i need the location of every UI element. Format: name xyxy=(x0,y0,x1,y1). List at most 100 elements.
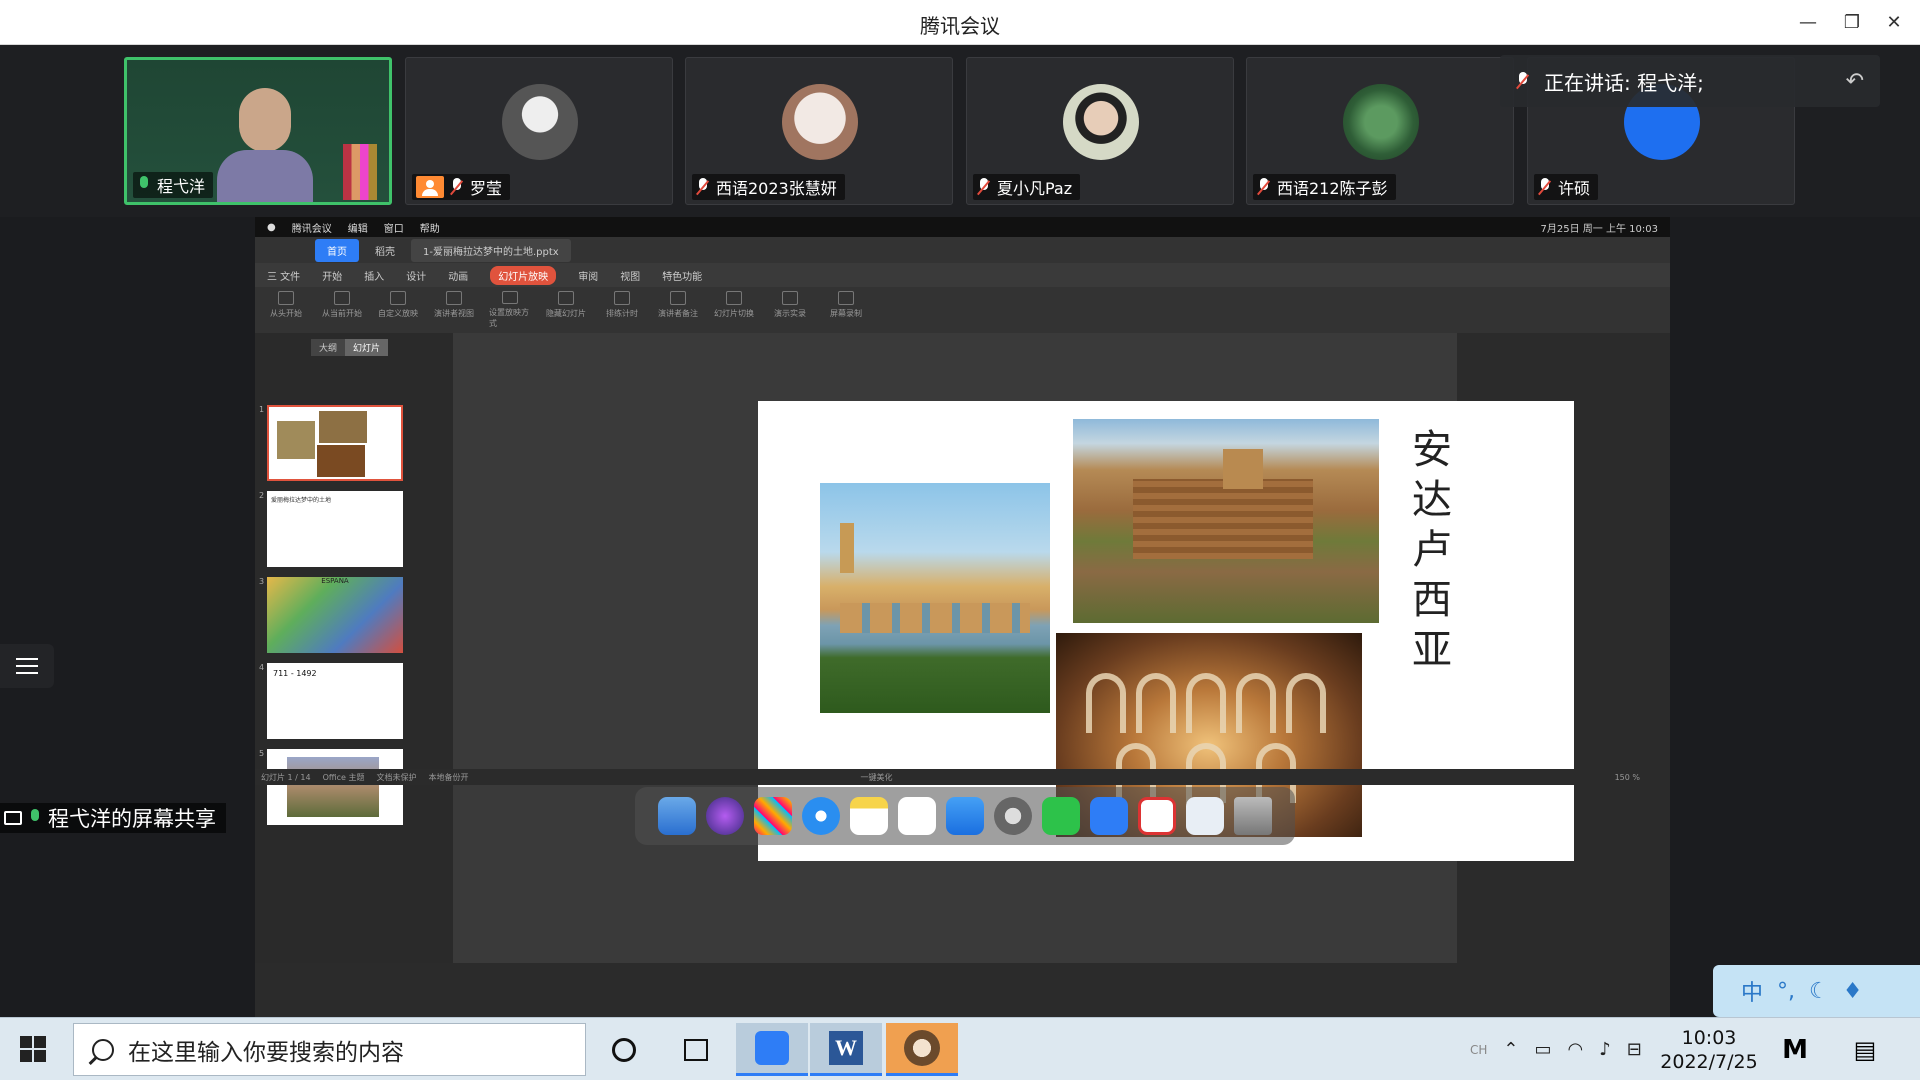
ribbon-button: 屏幕录制 xyxy=(825,291,867,329)
ribbon-menu: 三 文件 开始 插入 设计 动画 幻灯片放映 审阅 视图 特色功能 xyxy=(255,263,1670,287)
taskbar-clock[interactable]: 10:03 2022/7/25 xyxy=(1654,1026,1764,1074)
search-icon xyxy=(92,1038,114,1061)
ribbon-menu-item: 动画 xyxy=(448,271,469,283)
mac-clock: 7月25日 周一 上午 10:03 xyxy=(1540,223,1658,235)
mic-on-icon xyxy=(28,809,42,827)
shared-screen: ● 腾讯会议 编辑 窗口 帮助 7月25日 周一 上午 10:03 首页 稻壳 … xyxy=(0,217,1920,1017)
task-view-icon[interactable] xyxy=(660,1023,732,1076)
cortana-icon[interactable] xyxy=(588,1023,660,1076)
restore-button[interactable]: ❐ xyxy=(1834,8,1870,36)
wifi-icon[interactable]: ◠ xyxy=(1568,1039,1584,1060)
launchpad-icon xyxy=(754,797,792,835)
moon-icon[interactable]: ☾ xyxy=(1809,979,1829,1004)
participant-name: 许硕 xyxy=(1558,179,1591,198)
ribbon-button: 排练计时 xyxy=(601,291,643,329)
wps-tabs: 首页 稻壳 1-爱丽梅拉达梦中的土地.pptx xyxy=(255,237,1670,263)
name-tag: 夏小凡Paz xyxy=(973,174,1081,200)
search-placeholder: 在这里输入你要搜索的内容 xyxy=(128,1039,404,1066)
bookshelf xyxy=(343,144,377,200)
word-taskbar-icon[interactable]: W xyxy=(810,1023,882,1076)
minimize-button[interactable]: — xyxy=(1790,8,1826,36)
participant-name: 程弋洋 xyxy=(157,177,206,196)
menu-item: 帮助 xyxy=(419,223,440,235)
finder-icon xyxy=(658,797,696,835)
input-language[interactable]: CH xyxy=(1470,1043,1487,1057)
mic-muted-icon xyxy=(1516,72,1530,90)
window-title: 腾讯会议 xyxy=(920,14,1000,38)
pet-app-taskbar-icon[interactable] xyxy=(886,1023,958,1076)
windows-taskbar: 在这里输入你要搜索的内容 W CH ⌃ ▭ ◠ ♪ ⊟ 10:03 2022/7… xyxy=(0,1017,1920,1080)
person-icon xyxy=(416,176,444,198)
ime-toolbar[interactable]: 中 °, ☾ ♦ xyxy=(1713,965,1920,1017)
m-app-icon[interactable]: M xyxy=(1770,1023,1820,1076)
notification-icon[interactable]: ▤ xyxy=(1840,1023,1890,1076)
ribbon-button: 设置放映方式 xyxy=(489,291,531,329)
mezquita-aerial-photo xyxy=(1073,419,1379,623)
system-tray: CH ⌃ ▭ ◠ ♪ ⊟ xyxy=(1470,1018,1642,1080)
screen-share-label: 程弋洋的屏幕共享 xyxy=(0,803,226,833)
punctuation-icon[interactable]: °, xyxy=(1777,979,1795,1004)
back-arrow-icon[interactable]: ↶ xyxy=(1846,69,1864,94)
backup-status: 本地备份开 xyxy=(428,772,469,782)
ribbon-menu-item: 视图 xyxy=(620,271,641,283)
wechat-icon xyxy=(1042,797,1080,835)
slide-thumbnail-2: 爱丽梅拉达梦中的土地 xyxy=(267,491,403,567)
participant-tile[interactable]: 夏小凡Paz xyxy=(966,57,1234,205)
doc-protect-status: 文档未保护 xyxy=(376,772,417,782)
name-tag: 西语2023张慧妍 xyxy=(692,174,845,200)
windows-start-icon[interactable] xyxy=(20,1036,46,1062)
mic-muted-icon xyxy=(977,178,991,196)
title-bar: 腾讯会议 — ❐ ✕ xyxy=(0,0,1920,45)
mac-status-right: 7月25日 周一 上午 10:03 xyxy=(1541,220,1658,235)
screen-share-icon xyxy=(4,811,22,825)
ribbon-button: 自定义放映 xyxy=(377,291,419,329)
participant-name: 西语2023张慧妍 xyxy=(716,179,837,198)
slide-canvas: 安达卢西亚 xyxy=(453,333,1574,963)
shirt-icon[interactable]: ♦ xyxy=(1843,979,1863,1004)
mac-dock xyxy=(635,787,1295,845)
chevron-up-icon[interactable]: ⌃ xyxy=(1503,1039,1518,1060)
participant-tile-host[interactable]: 程弋洋 xyxy=(124,57,392,205)
ribbon-button: 隐藏幻灯片 xyxy=(545,291,587,329)
theme-name: Office 主题 xyxy=(322,772,365,782)
participant-name: 夏小凡Paz xyxy=(997,179,1073,198)
display-icon[interactable]: ⊟ xyxy=(1627,1039,1642,1060)
tab-document: 1-爱丽梅拉达梦中的土地.pptx xyxy=(411,238,571,262)
mic-muted-icon xyxy=(696,178,710,196)
clock-time: 10:03 xyxy=(1681,1027,1737,1049)
ribbon-button: 演讲者备注 xyxy=(657,291,699,329)
name-tag: 西语212陈子彭 xyxy=(1253,174,1396,200)
close-button[interactable]: ✕ xyxy=(1876,8,1912,36)
participant-name: 罗莹 xyxy=(470,179,503,198)
tab-outline: 大纲 xyxy=(311,339,346,356)
shared-desktop: ● 腾讯会议 编辑 窗口 帮助 7月25日 周一 上午 10:03 首页 稻壳 … xyxy=(255,217,1670,1017)
avatar xyxy=(1063,84,1139,160)
ime-language[interactable]: 中 xyxy=(1741,975,1763,1007)
participant-name: 西语212陈子彭 xyxy=(1277,179,1388,198)
slide-counter: 幻灯片 1 / 14 xyxy=(261,772,311,782)
participant-tile[interactable]: 西语212陈子彭 xyxy=(1246,57,1514,205)
document-icon xyxy=(1186,797,1224,835)
battery-icon[interactable]: ▭ xyxy=(1535,1039,1552,1060)
participant-tile[interactable]: 罗莹 xyxy=(405,57,673,205)
tencent-meeting-taskbar-icon[interactable] xyxy=(736,1023,808,1076)
tab-slides: 幻灯片 xyxy=(345,339,389,356)
list-menu-button[interactable] xyxy=(0,644,54,688)
taskbar-search-input[interactable]: 在这里输入你要搜索的内容 xyxy=(73,1023,586,1076)
participant-tile[interactable]: 西语2023张慧妍 xyxy=(685,57,953,205)
share-label-text: 程弋洋的屏幕共享 xyxy=(48,807,216,831)
menu-item: 窗口 xyxy=(383,223,404,235)
wps-icon xyxy=(1138,797,1176,835)
menu-item: 腾讯会议 xyxy=(291,223,332,235)
avatar xyxy=(1343,84,1419,160)
beautify-button: 一键美化 xyxy=(860,772,893,782)
ribbon-menu-item-active: 幻灯片放映 xyxy=(490,265,557,285)
name-tag: 罗莹 xyxy=(412,174,511,200)
app-store-icon xyxy=(946,797,984,835)
ribbon-button: 演示实录 xyxy=(769,291,811,329)
speaking-text: 正在讲话: 程弋洋; xyxy=(1544,70,1704,95)
volume-icon[interactable]: ♪ xyxy=(1599,1039,1611,1060)
apple-icon: ● xyxy=(267,221,276,233)
slide-thumbnail-4: 711 - 1492 xyxy=(267,663,403,739)
ribbon-button: 演讲者视图 xyxy=(433,291,475,329)
